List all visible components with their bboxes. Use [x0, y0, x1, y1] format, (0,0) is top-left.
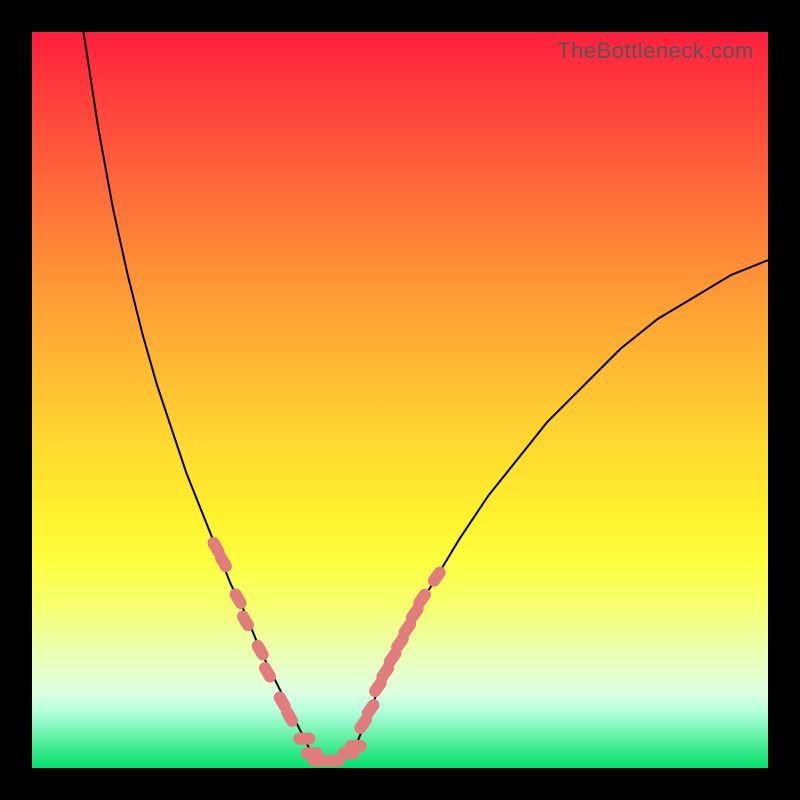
marker-dot	[426, 564, 448, 589]
marker-layer	[205, 535, 448, 767]
plot-area: TheBottleneck.com	[32, 32, 768, 768]
marker-dot	[250, 638, 271, 663]
marker-dot	[293, 733, 315, 745]
curve-layer	[32, 32, 768, 768]
curve-left-branch	[84, 32, 305, 739]
marker-dot	[227, 586, 248, 611]
marker-dot	[345, 740, 367, 752]
curve-right-branch	[356, 260, 768, 746]
chart-frame: TheBottleneck.com	[0, 0, 800, 800]
